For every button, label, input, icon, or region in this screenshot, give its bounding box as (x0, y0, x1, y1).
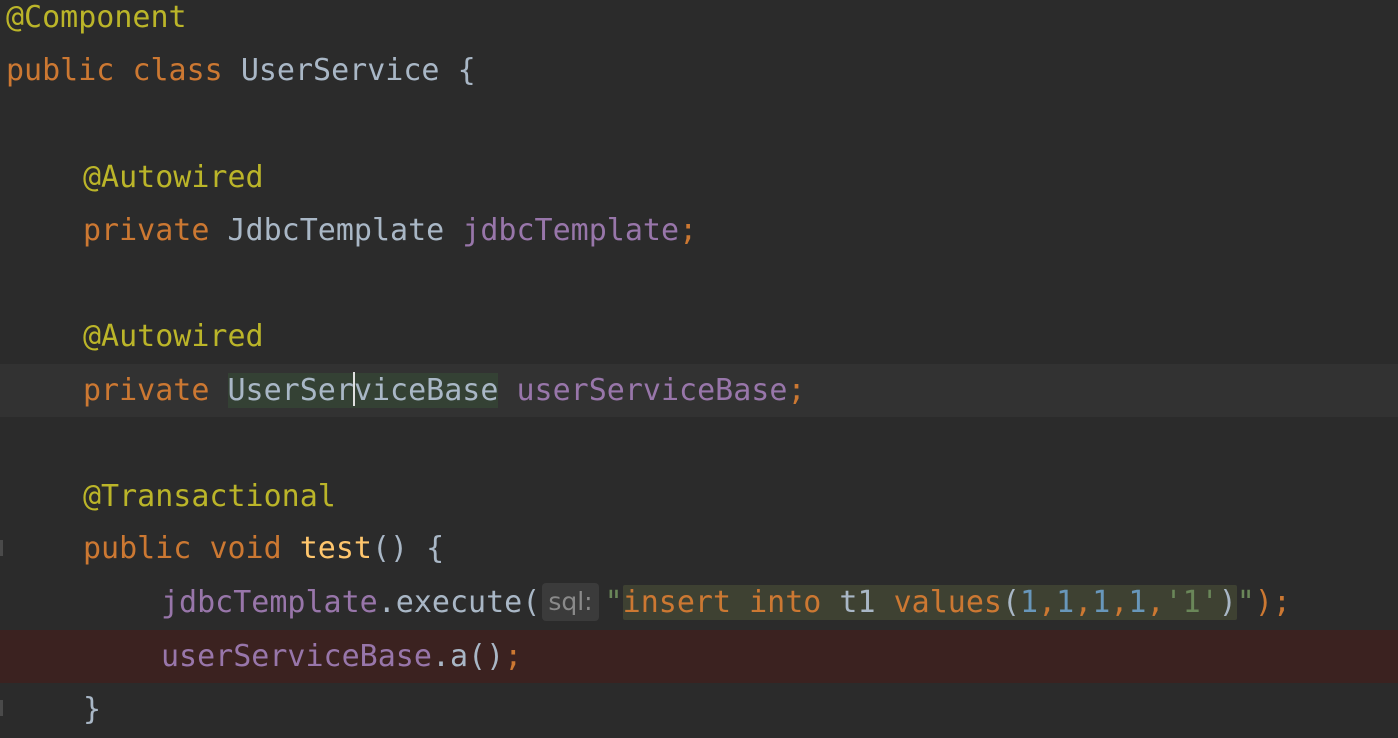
execute-call: .execute( (377, 585, 541, 620)
sql-table: t1 (839, 585, 876, 620)
quote-close: " (1236, 585, 1255, 620)
statement-end: ); (1254, 585, 1291, 620)
method-parens-brace: () { (372, 531, 445, 566)
annotation-transactional: @Transactional (83, 479, 336, 514)
code-line-7[interactable]: @Autowired (0, 310, 1398, 363)
keyword-class: class (132, 53, 223, 88)
method-name: test (299, 531, 372, 566)
keyword-void: void (209, 531, 282, 566)
receiver-jdbcTemplate: jdbcTemplate (161, 585, 378, 620)
code-line-14[interactable]: } (0, 683, 1398, 736)
sql-into: into (749, 585, 822, 620)
field-type: JdbcTemplate (227, 213, 445, 248)
annotation-autowired: @Autowired (83, 319, 264, 354)
fold-marker-icon[interactable] (0, 700, 3, 716)
open-brace: { (457, 53, 476, 88)
parameter-hint: sql: (542, 583, 599, 621)
field-type-highlighted: UserServiceBase (227, 372, 499, 408)
code-line-13-error[interactable]: userServiceBase.a(); (0, 630, 1398, 683)
class-name: UserService (240, 53, 440, 88)
code-line-12[interactable]: jdbcTemplate.execute(sql: "insert into t1… (0, 576, 1398, 629)
keyword-private: private (83, 213, 210, 248)
sql-value-3: 1 (1092, 585, 1111, 620)
field-name: userServiceBase (516, 373, 788, 408)
sql-paren-open: ( (1001, 585, 1021, 620)
sql-comma: , (1146, 585, 1165, 620)
sql-value-2: 1 (1056, 585, 1075, 620)
sql-insert: insert (622, 585, 732, 620)
sql-comma: , (1074, 585, 1093, 620)
sql-comma: , (1038, 585, 1057, 620)
keyword-public: public (83, 531, 192, 566)
sql-values: values (893, 585, 1002, 620)
sql-comma: , (1110, 585, 1129, 620)
method-call-a: .a() (431, 639, 505, 674)
code-line-5[interactable]: private JdbcTemplate jdbcTemplate; (0, 204, 1398, 257)
code-line-11[interactable]: public void test() { (0, 522, 1398, 575)
sql-injected-fragment: insert into t1 values(1,1,1,1,'1') (622, 585, 1237, 620)
keyword-public: public (6, 53, 115, 88)
code-line-2[interactable]: public class UserService { (0, 44, 1398, 97)
annotation-autowired: @Autowired (83, 160, 264, 195)
semicolon: ; (504, 639, 523, 674)
sql-value-4: 1 (1128, 585, 1147, 620)
code-line-1[interactable]: @Component (0, 0, 1398, 44)
code-editor[interactable]: @Component public class UserService { @A… (0, 0, 1398, 738)
sql-paren-close: ) (1218, 585, 1237, 620)
code-line-4[interactable]: @Autowired (0, 151, 1398, 204)
type-text-after-caret: viceBase (353, 373, 499, 408)
code-line-8-current[interactable]: private UserServiceBase userServiceBase; (0, 364, 1398, 417)
code-line-10[interactable]: @Transactional (0, 470, 1398, 523)
receiver-userServiceBase: userServiceBase (161, 639, 432, 674)
sql-value-1: 1 (1020, 585, 1039, 620)
semicolon: ; (679, 213, 698, 248)
semicolon: ; (787, 373, 806, 408)
sql-value-5: '1' (1164, 585, 1219, 620)
field-name: jdbcTemplate (462, 213, 680, 248)
annotation-component: @Component (6, 0, 187, 35)
fold-marker-icon[interactable] (0, 540, 3, 556)
quote-open: " (604, 585, 623, 620)
close-brace: } (83, 692, 102, 727)
type-text-before-caret: UserSer (227, 373, 354, 408)
keyword-private: private (83, 373, 210, 408)
